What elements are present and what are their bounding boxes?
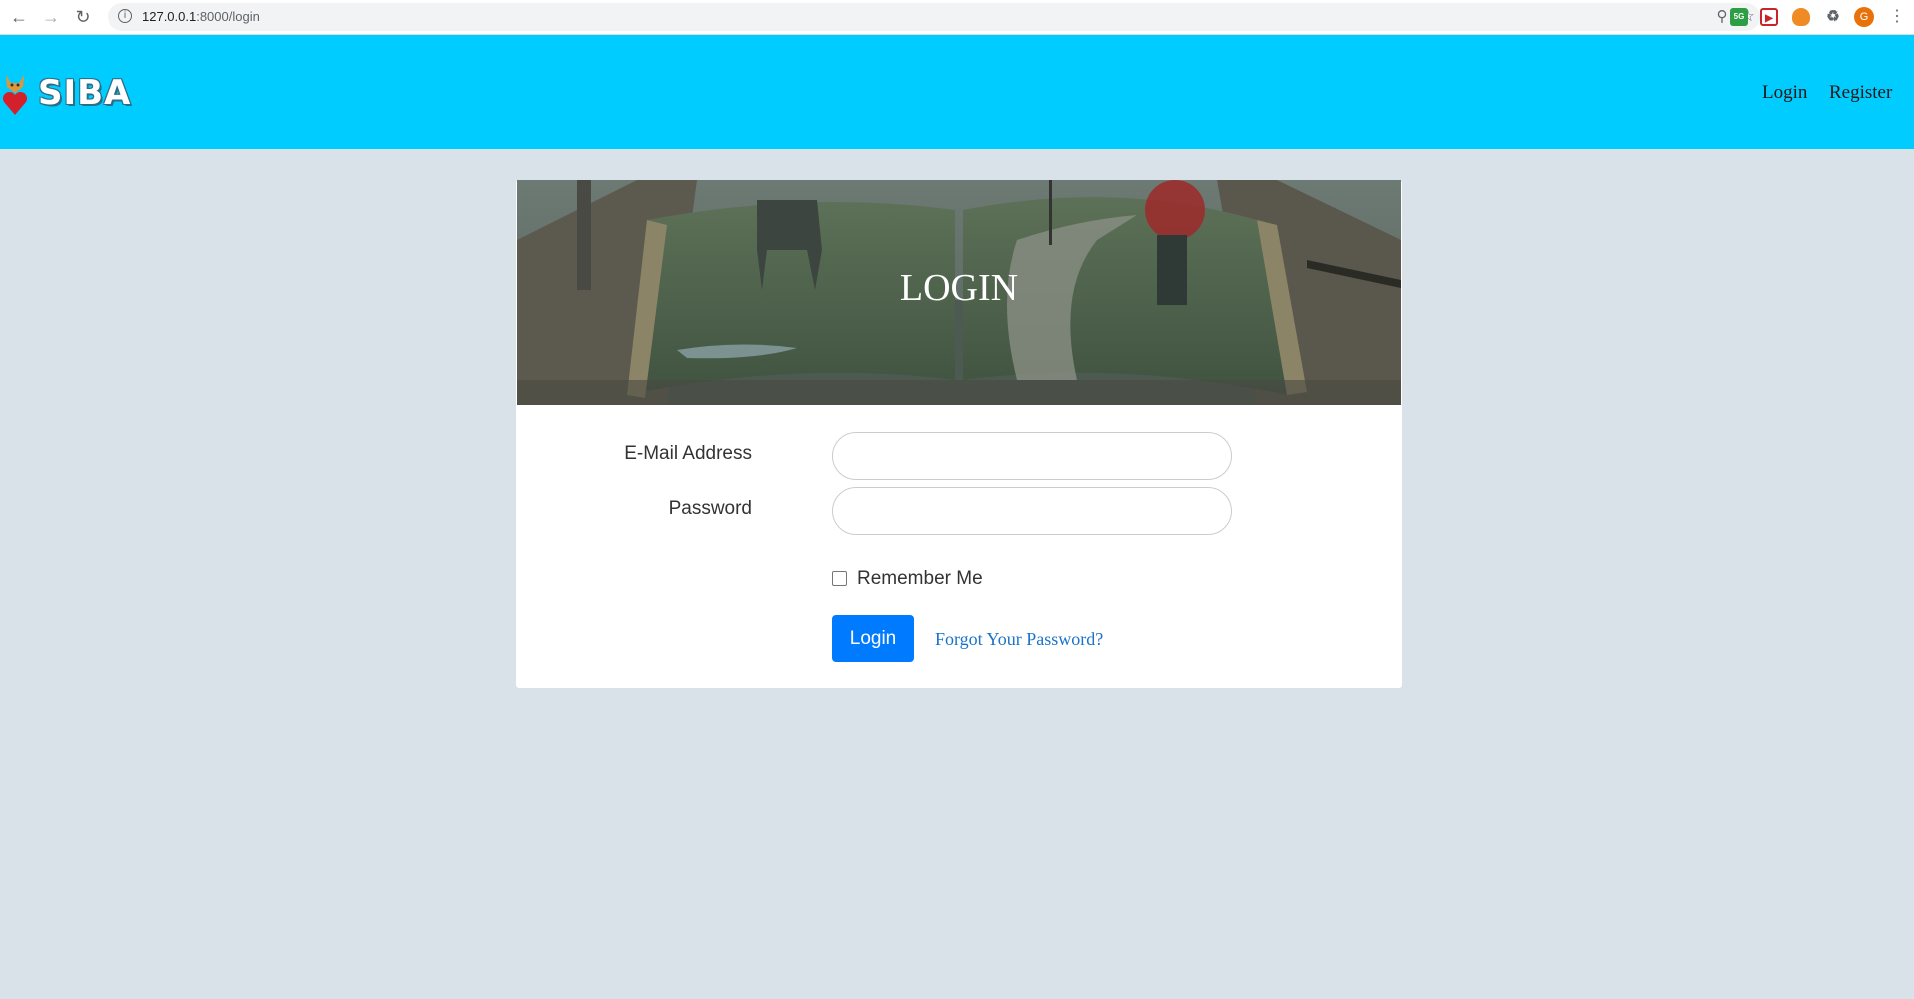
address-bar[interactable]: i 127.0.0.1:8000/login ⚲ ☆ <box>108 3 1760 31</box>
site-header: SIBA Login Register <box>0 35 1914 149</box>
email-input[interactable] <box>832 432 1232 480</box>
browser-toolbar: ← → ↻ i 127.0.0.1:8000/login ⚲ ☆ 5G ▶ ♻ … <box>0 0 1914 35</box>
back-arrow-icon[interactable]: ← <box>8 6 30 28</box>
zoom-icon[interactable]: ⚲ <box>1712 7 1732 27</box>
url-path: :8000/login <box>196 9 260 24</box>
login-card: LOGIN E-Mail Address Password Remember M… <box>516 180 1402 688</box>
nav-register-link[interactable]: Register <box>1829 82 1892 104</box>
login-banner: LOGIN <box>517 180 1401 405</box>
profile-avatar-icon[interactable]: G <box>1854 7 1874 27</box>
forward-arrow-icon[interactable]: → <box>40 6 62 28</box>
forgot-password-link[interactable]: Forgot Your Password? <box>935 629 1103 650</box>
dog-heart-logo-icon <box>2 75 28 115</box>
password-input[interactable] <box>832 487 1232 535</box>
brand-name: SIBA <box>38 73 132 113</box>
extensions-puzzle-icon[interactable]: ♻ <box>1824 8 1842 26</box>
url-host: 127.0.0.1 <box>142 9 197 24</box>
remember-me-checkbox[interactable] <box>832 571 847 586</box>
banner-title: LOGIN <box>899 267 1019 309</box>
login-submit-button[interactable]: Login <box>832 615 914 662</box>
nav-login-link[interactable]: Login <box>1762 82 1807 104</box>
extension-fox-icon[interactable] <box>1792 8 1810 26</box>
address-url: 127.0.0.1:8000/login <box>142 9 260 24</box>
password-label: Password <box>668 498 752 519</box>
menu-kebab-icon[interactable]: ⋮ <box>1886 6 1908 28</box>
site-info-icon[interactable]: i <box>118 9 132 23</box>
reload-icon[interactable]: ↻ <box>72 6 94 28</box>
email-label: E-Mail Address <box>624 443 752 464</box>
remember-me-label[interactable]: Remember Me <box>857 568 983 590</box>
extension-5g-icon[interactable]: 5G <box>1730 8 1748 26</box>
extension-red-icon[interactable]: ▶ <box>1760 8 1778 26</box>
